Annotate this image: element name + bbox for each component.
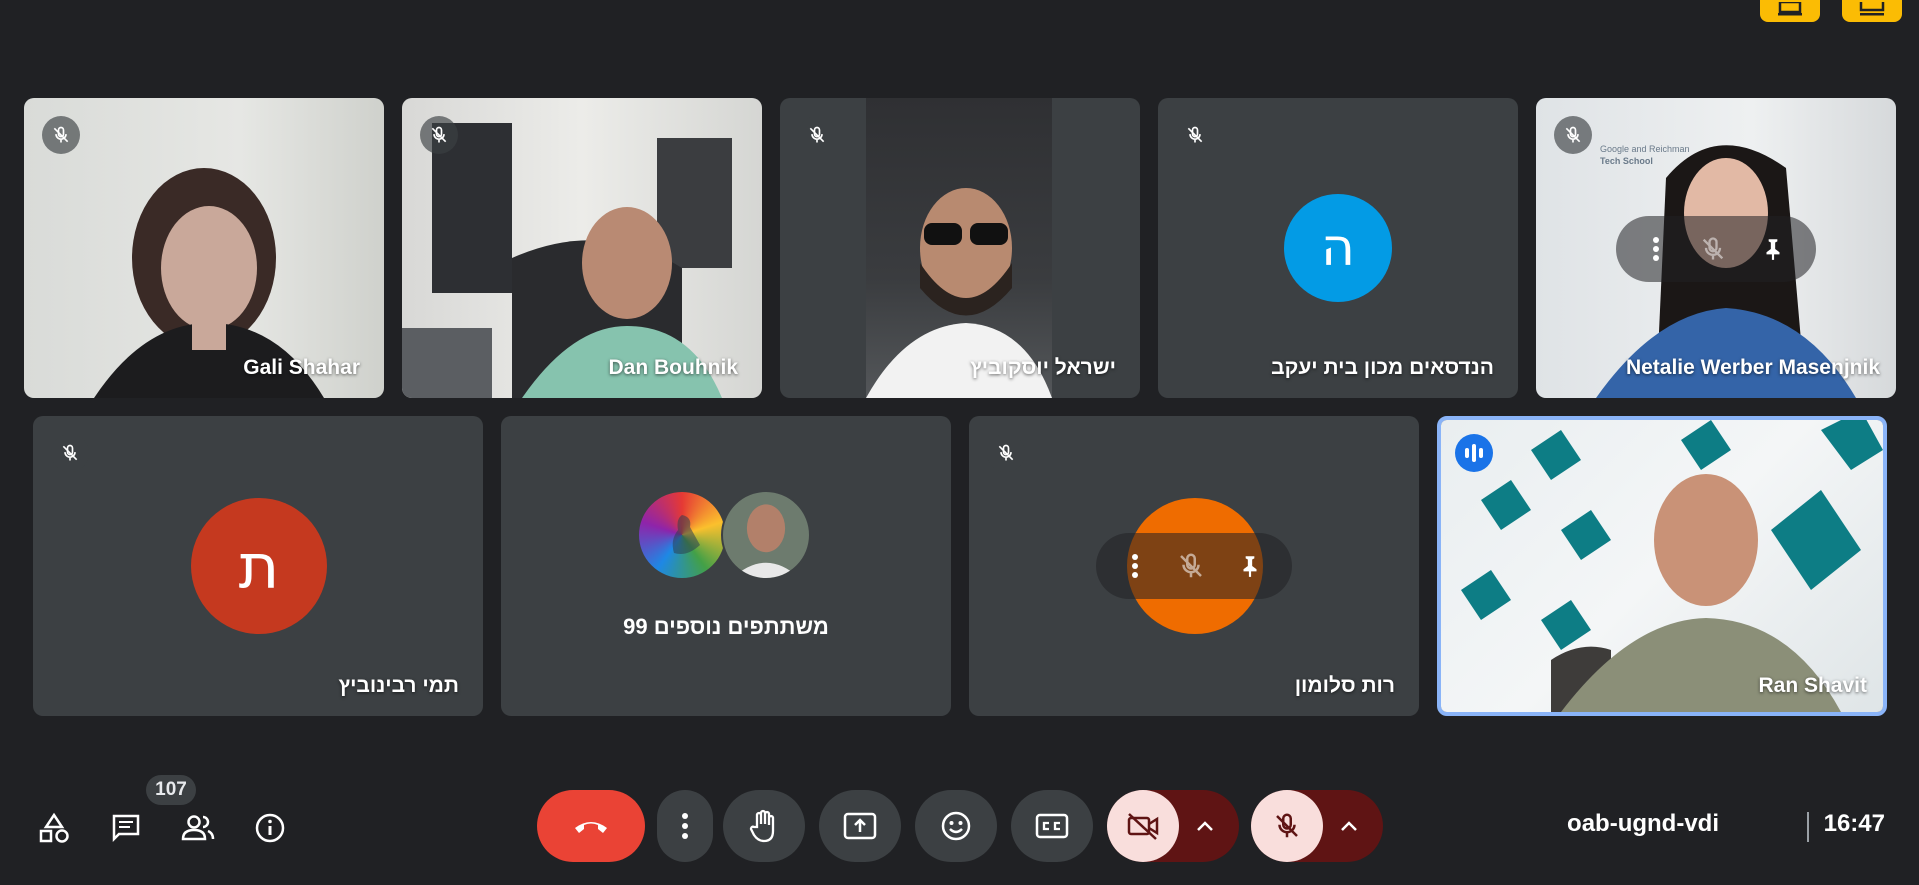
participant-tile-netalie[interactable]: Google and Reichman Tech School Netalie …: [1536, 98, 1896, 398]
people-icon: [181, 815, 215, 841]
mic-off-indicator: [42, 116, 80, 154]
person-silhouette: [866, 188, 1052, 398]
avatar-initial: ת: [238, 529, 280, 603]
people-button[interactable]: [178, 808, 218, 848]
participant-name: רות סלומון: [1294, 674, 1395, 697]
mic-toggle-button[interactable]: [1251, 790, 1323, 862]
participant-tile-handasaim[interactable]: ה הנדסאים מכון בית יעקב: [1158, 98, 1518, 398]
mic-off-icon: [1187, 126, 1203, 143]
participant-name: Dan Bouhnik: [608, 356, 739, 379]
mic-off-indicator: [1176, 116, 1214, 154]
captions-icon: [1035, 813, 1069, 839]
more-options-button[interactable]: [657, 790, 713, 862]
mic-off-indicator: [987, 434, 1025, 472]
meeting-info-button[interactable]: [250, 808, 290, 848]
chat-icon: [112, 814, 140, 843]
participant-tile-gali[interactable]: Gali Shahar: [24, 98, 384, 398]
camera-options-chevron[interactable]: [1185, 810, 1225, 842]
others-avatar-bird: [637, 490, 727, 580]
present-icon: [843, 812, 877, 840]
mic-off-indicator: [420, 116, 458, 154]
chevron-up-icon: [1197, 821, 1213, 831]
participant-avatar: ה: [1284, 194, 1392, 302]
mic-off-icon: [1276, 813, 1298, 838]
mic-off-icon: [53, 126, 69, 143]
top-chat-button[interactable]: [1842, 0, 1902, 22]
tile-hover-controls: [1096, 533, 1292, 599]
camera-toggle-button[interactable]: [1107, 790, 1179, 862]
person-silhouette: [732, 504, 800, 578]
info-icon: [255, 813, 285, 843]
raise-hand-button[interactable]: [723, 790, 805, 862]
participant-tile-ran[interactable]: Ran Shavit: [1437, 416, 1887, 716]
avatar-initial: ה: [1321, 218, 1355, 278]
captions-button[interactable]: [1011, 790, 1093, 862]
bird-icon: [672, 515, 700, 554]
reactions-button[interactable]: [915, 790, 997, 862]
participant-video: [866, 98, 1052, 398]
participant-tile-dan[interactable]: Dan Bouhnik: [402, 98, 762, 398]
meeting-code: oab-ugnd-vdi: [1567, 810, 1719, 837]
participant-tile-israel[interactable]: ישראל יוסקוביץ: [780, 98, 1140, 398]
activities-button[interactable]: [34, 808, 74, 848]
mic-off-icon: [809, 126, 825, 143]
participant-name: ישראל יוסקוביץ: [970, 356, 1116, 379]
pin-icon[interactable]: [1237, 552, 1263, 580]
chat-button[interactable]: [106, 808, 146, 848]
leave-call-button[interactable]: [537, 790, 645, 862]
speaking-indicator: [1455, 434, 1493, 472]
present-screen-button[interactable]: [819, 790, 901, 862]
toolbar-divider: [1807, 812, 1809, 842]
participant-name: הנדסאים מכון בית יעקב: [1271, 356, 1494, 379]
mic-off-icon: [998, 444, 1014, 461]
tile-hover-controls: [1616, 216, 1816, 282]
mic-off-icon: [431, 126, 447, 143]
participant-name: תמי רבינוביץ: [338, 674, 459, 697]
emoji-icon: [941, 811, 971, 841]
mic-off-indicator: [51, 434, 89, 472]
clock-time: 16:47: [1823, 810, 1885, 837]
mic-off-indicator: [1554, 116, 1592, 154]
participant-tile-ruth[interactable]: רות סלומון: [969, 416, 1419, 716]
more-vertical-icon: [682, 813, 688, 839]
mic-off-icon[interactable]: [1176, 551, 1206, 581]
chevron-up-icon: [1341, 821, 1357, 831]
more-vertical-icon[interactable]: [1125, 553, 1145, 579]
participant-avatar: ת: [191, 498, 327, 634]
participant-name: Ran Shavit: [1758, 674, 1867, 697]
mic-off-icon[interactable]: [1699, 235, 1727, 263]
hang-up-icon: [575, 822, 607, 833]
others-tile[interactable]: 99 משתתפים נוספים: [501, 416, 951, 716]
shapes-icon: [39, 812, 69, 843]
layout-icon: [1778, 2, 1802, 16]
participants-count-badge: 107: [146, 775, 196, 805]
mic-options-chevron[interactable]: [1329, 810, 1369, 842]
mic-off-icon: [1565, 126, 1581, 143]
message-icon: [1859, 2, 1885, 16]
participant-tile-tami[interactable]: ת תמי רבינוביץ: [33, 416, 483, 716]
mic-off-indicator: [798, 116, 836, 154]
mic-off-icon: [62, 444, 78, 461]
more-vertical-icon[interactable]: [1646, 236, 1666, 262]
hand-icon: [749, 809, 775, 843]
others-count-label: 99 משתתפים נוספים: [623, 614, 829, 639]
top-layout-button[interactable]: [1760, 0, 1820, 22]
pin-icon[interactable]: [1760, 235, 1786, 263]
person-silhouette: [1551, 474, 1841, 712]
camera-off-icon: [1127, 813, 1159, 840]
participant-name: Gali Shahar: [243, 356, 360, 379]
participant-name: Netalie Werber Masenjnik: [1625, 356, 1880, 379]
others-avatar-person: [721, 490, 811, 580]
